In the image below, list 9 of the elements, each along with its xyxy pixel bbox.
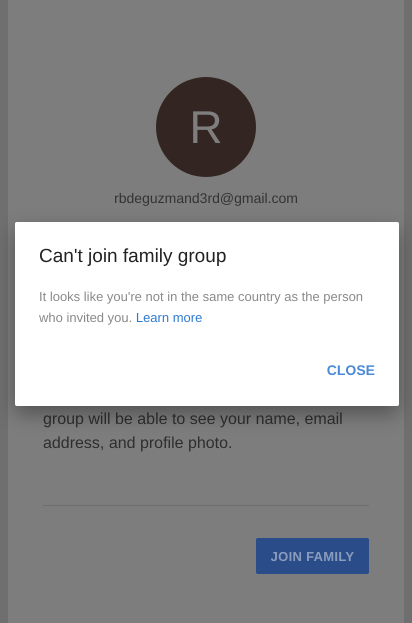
account-email: rbdeguzmand3rd@gmail.com (114, 190, 298, 206)
dialog-message: It looks like you're not in the same country as the person who invited you. Learn more (39, 288, 364, 327)
avatar: R (156, 77, 256, 177)
close-button[interactable]: CLOSE (316, 354, 385, 386)
learn-more-link[interactable]: Learn more (136, 310, 202, 325)
dialog-title: Can't join family group (39, 246, 228, 268)
notice-text: group will be able to see your name, email (43, 410, 344, 430)
notice-text: address, and profile photo. (43, 434, 234, 454)
join-family-button[interactable]: JOIN FAMILY (256, 538, 369, 574)
